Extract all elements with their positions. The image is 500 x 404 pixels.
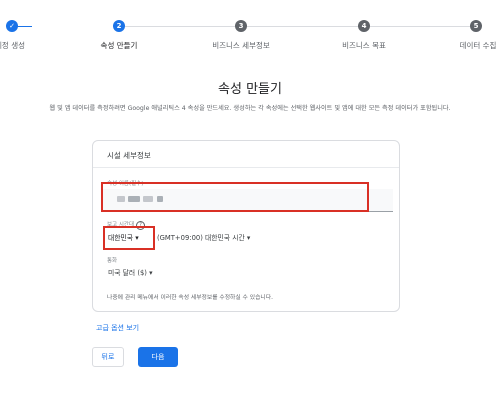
card-header: 시설 세부정보 (93, 141, 399, 168)
step-1-check-icon: ✓ (6, 20, 18, 32)
advanced-options-link[interactable]: 고급 옵션 보기 (96, 323, 139, 333)
step-3-indicator: 3 (235, 20, 247, 32)
currency-label: 통화 (107, 258, 118, 264)
page-description: 웹 및 앱 데이터를 측정하려면 Google 애널리틱스 4 속성을 만드세요… (49, 105, 451, 112)
step-5-label: 데이터 수집 (459, 41, 497, 50)
chevron-down-icon: ▾ (246, 234, 251, 242)
currency-value: 미국 달러 ($) (108, 269, 147, 277)
page-title: 속성 만들기 (218, 82, 282, 97)
step-2-label: 속성 만들기 (100, 41, 138, 50)
highlight-box-name (101, 182, 369, 212)
stepper-track (370, 26, 470, 27)
chevron-down-icon: ▾ (149, 269, 153, 277)
highlight-box-timezone (103, 226, 155, 250)
next-button[interactable]: 다음 (138, 347, 178, 367)
currency-select[interactable]: 미국 달러 ($) ▾ (108, 267, 153, 277)
step-3-label: 비즈니스 세부정보 (212, 41, 270, 50)
step-1-label: 계정 생성 (0, 41, 25, 50)
step-4-label: 비즈니스 목표 (342, 41, 386, 50)
step-5-indicator: 5 (470, 20, 482, 32)
timezone-select[interactable]: (GMT+09:00) 대한민국 시간 ▾ (157, 232, 250, 242)
stepper: ✓ 계정 생성 2 속성 만들기 3 비즈니스 세부정보 4 비즈니스 목표 5… (0, 0, 500, 55)
step-2-indicator: 2 (113, 20, 125, 32)
step-4-indicator: 4 (358, 20, 370, 32)
back-button[interactable]: 뒤로 (92, 347, 124, 367)
timezone-value: (GMT+09:00) 대한민국 시간 (157, 234, 245, 242)
property-details-card: 시설 세부정보 속성 이름(필수) 보고 시간대? 대한민국 ▾ (GMT+09… (92, 140, 400, 312)
stepper-track (245, 26, 360, 27)
stepper-track (125, 26, 235, 27)
edit-later-note: 나중에 관리 메뉴에서 이러한 속성 세부정보를 수정하실 수 있습니다. (107, 295, 273, 301)
card-title: 시설 세부정보 (107, 151, 151, 160)
